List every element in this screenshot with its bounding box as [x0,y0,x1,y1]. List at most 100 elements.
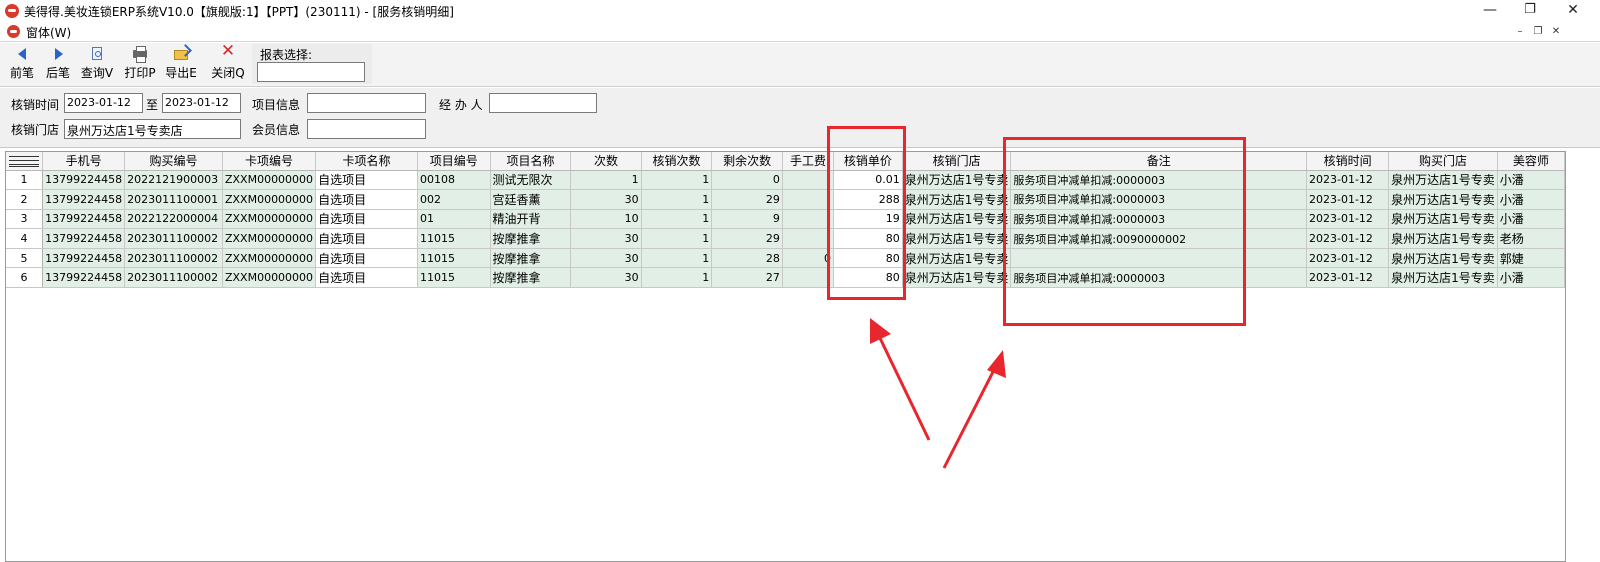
cell-buy-store[interactable]: 泉州万达店1号专卖 [1388,228,1498,249]
cell-store[interactable]: 泉州万达店1号专卖 [902,228,1012,249]
cell-price[interactable]: 0.01 [833,170,903,191]
cell-item-no[interactable]: 00108 [417,170,491,191]
cell-item-no[interactable]: 11015 [417,228,491,249]
cell-card-no[interactable]: ZXXM00000000 [222,248,317,269]
cell-remain[interactable]: 27 [711,267,783,289]
cell-store[interactable]: 泉州万达店1号专卖 [902,209,1012,230]
report-select-input[interactable] [257,62,365,82]
column-header[interactable]: 核销门店 [902,152,1012,171]
query-button[interactable]: 查询V [77,46,117,84]
data-grid[interactable]: 手机号 购买编号 卡项编号 卡项名称 项目编号 项目名称 次数 核销次数 剩余次数 手工费 核销单价… [5,151,1566,562]
cell-time[interactable]: 2023-01-12 [1306,228,1390,249]
row-number[interactable]: 6 [6,267,44,289]
row-number[interactable]: 4 [6,228,44,249]
cell-price[interactable]: 80 [833,267,903,289]
column-header[interactable]: 购买编号 [124,152,223,171]
cell-buy-no[interactable]: 2022122000004 [124,209,223,230]
cell-card-name[interactable]: 自选项目 [315,248,418,269]
cell-card-name[interactable]: 自选项目 [315,209,418,230]
cell-phone[interactable]: 13799224458 [42,267,126,289]
date-to-input[interactable]: 2023-01-12 [162,93,241,113]
row-number[interactable]: 2 [6,189,44,210]
cell-store[interactable]: 泉州万达店1号专卖 [902,248,1012,269]
cell-used[interactable]: 1 [641,189,713,210]
cell-item-name[interactable]: 精油开背 [490,209,572,230]
row-number[interactable]: 3 [6,209,44,230]
cell-item-name[interactable]: 按摩推拿 [490,248,572,269]
mdi-restore-button[interactable]: ❐ [1530,25,1546,39]
store-input[interactable]: 泉州万达店1号专卖店 [64,119,241,139]
cell-used[interactable]: 1 [641,170,713,191]
cell-item-no[interactable]: 002 [417,189,491,210]
cell-phone[interactable]: 13799224458 [42,170,126,191]
cell-note[interactable]: 服务项目冲减单扣减:0000003 [1010,209,1307,230]
column-header[interactable]: 卡项名称 [315,152,418,171]
cell-item-name[interactable]: 按摩推拿 [490,228,572,249]
cell-time[interactable]: 2023-01-12 [1306,267,1390,289]
cell-buy-store[interactable]: 泉州万达店1号专卖 [1388,248,1498,269]
cell-time[interactable]: 2023-01-12 [1306,248,1390,269]
close-button[interactable]: ✕ 关闭Q [208,43,248,84]
cell-time[interactable]: 2023-01-12 [1306,189,1390,210]
column-header[interactable]: 项目名称 [490,152,572,171]
cell-phone[interactable]: 13799224458 [42,209,126,230]
handler-input[interactable] [489,93,597,113]
cell-times[interactable]: 1 [570,170,642,191]
column-header[interactable]: 核销次数 [641,152,713,171]
cell-fee[interactable]: 0 [782,248,835,269]
cell-fee[interactable] [782,189,835,210]
cell-phone[interactable]: 13799224458 [42,248,126,269]
cell-times[interactable]: 30 [570,228,642,249]
table-row[interactable]: 1 13799224458 2022121900003 ZXXM00000000 自选项… [6,170,1565,191]
cell-remain[interactable]: 0 [711,170,783,191]
column-header[interactable]: 剩余次数 [711,152,783,171]
cell-item-no[interactable]: 11015 [417,248,491,269]
menu-window[interactable]: 窗体(W) [26,24,71,41]
cell-phone[interactable]: 13799224458 [42,189,126,210]
cell-card-no[interactable]: ZXXM00000000 [222,170,317,191]
date-from-input[interactable]: 2023-01-12 [64,93,143,113]
cell-beautician[interactable]: 小潘 [1497,189,1565,210]
cell-used[interactable]: 1 [641,248,713,269]
cell-beautician[interactable]: 小潘 [1497,209,1565,230]
child-window-icon[interactable] [7,25,20,38]
cell-buy-store[interactable]: 泉州万达店1号专卖 [1388,170,1498,191]
table-row[interactable]: 5 13799224458 2023011100002 ZXXM00000000 自选项… [6,248,1565,269]
column-header[interactable]: 美容师 [1497,152,1565,171]
cell-buy-no[interactable]: 2023011100002 [124,228,223,249]
cell-fee[interactable] [782,209,835,230]
cell-time[interactable]: 2023-01-12 [1306,209,1390,230]
cell-card-name[interactable]: 自选项目 [315,228,418,249]
column-header[interactable]: 核销时间 [1306,152,1390,171]
cell-used[interactable]: 1 [641,267,713,289]
close-window-button[interactable]: ✕ [1550,0,1596,22]
cell-item-no[interactable]: 11015 [417,267,491,289]
cell-item-no[interactable]: 01 [417,209,491,230]
cell-buy-store[interactable]: 泉州万达店1号专卖 [1388,209,1498,230]
cell-item-name[interactable]: 按摩推拿 [490,267,572,289]
cell-buy-no[interactable]: 2023011100001 [124,189,223,210]
cell-note[interactable]: 服务项目冲减单扣减:0090000002 [1010,228,1307,249]
cell-item-name[interactable]: 宫廷香薰 [490,189,572,210]
cell-fee[interactable] [782,267,835,289]
column-header[interactable]: 备注 [1010,152,1307,171]
cell-price[interactable]: 80 [833,248,903,269]
cell-used[interactable]: 1 [641,209,713,230]
cell-phone[interactable]: 13799224458 [42,228,126,249]
column-header[interactable]: 项目编号 [417,152,491,171]
prev-button[interactable]: 前笔 [2,46,42,84]
column-header[interactable]: 手机号 [42,152,126,171]
cell-remain[interactable]: 9 [711,209,783,230]
cell-buy-no[interactable]: 2023011100002 [124,267,223,289]
cell-card-no[interactable]: ZXXM00000000 [222,267,317,289]
cell-buy-no[interactable]: 2023011100002 [124,248,223,269]
cell-item-name[interactable]: 测试无限次 [490,170,572,191]
cell-times[interactable]: 30 [570,267,642,289]
column-header[interactable]: 手工费 [782,152,835,171]
cell-beautician[interactable]: 小潘 [1497,170,1565,191]
cell-fee[interactable] [782,170,835,191]
table-row[interactable]: 2 13799224458 2023011100001 ZXXM00000000 自选项… [6,189,1565,210]
cell-card-name[interactable]: 自选项目 [315,189,418,210]
table-row[interactable]: 6 13799224458 2023011100002 ZXXM00000000 自选项… [6,267,1565,289]
table-row[interactable]: 4 13799224458 2023011100002 ZXXM00000000 自选项… [6,228,1565,249]
